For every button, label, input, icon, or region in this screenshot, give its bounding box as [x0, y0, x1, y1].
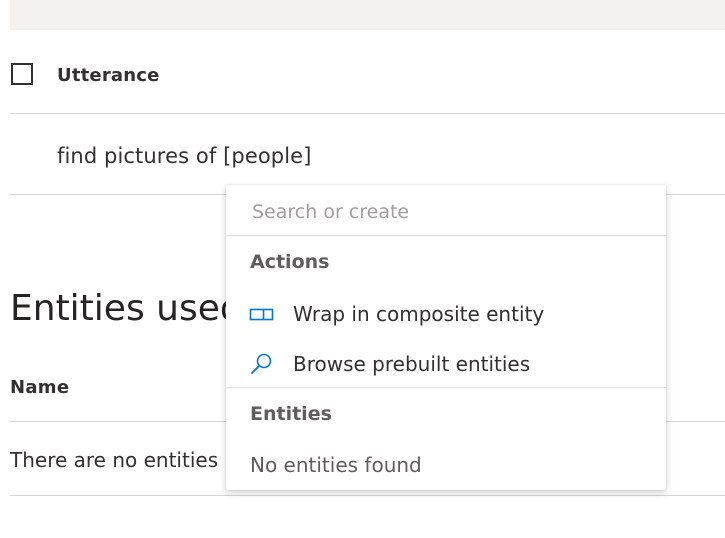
name-column-header[interactable]: Name: [10, 377, 69, 398]
utterance-column-header[interactable]: Utterance: [57, 65, 160, 86]
utterance-table-header: Utterance: [10, 52, 725, 102]
entities-row-divider: [10, 495, 725, 496]
browse-prebuilt-entities-label: Browse prebuilt entities: [293, 352, 531, 376]
entity-picker-dropdown: Actions Wrap in composite entity Browse …: [226, 185, 666, 490]
wrap-composite-entity-label: Wrap in composite entity: [293, 302, 545, 326]
search-box: [226, 185, 666, 236]
actions-group-header: Actions: [250, 251, 330, 273]
top-band: [10, 0, 725, 30]
browse-prebuilt-entities-item[interactable]: Browse prebuilt entities: [226, 342, 666, 386]
search-icon: [249, 352, 275, 376]
composite-entity-icon: [249, 302, 275, 326]
callout-divider: [226, 387, 666, 388]
no-entities-message: There are no entities: [10, 448, 219, 472]
entities-section-title: Entities used: [10, 288, 243, 329]
wrap-composite-entity-item[interactable]: Wrap in composite entity: [226, 292, 666, 336]
select-all-checkbox[interactable]: [11, 63, 33, 85]
header-divider: [10, 113, 725, 114]
search-input[interactable]: [250, 198, 654, 226]
entities-group-header: Entities: [250, 403, 332, 425]
utterance-text[interactable]: find pictures of [people]: [57, 144, 312, 168]
no-entities-found-text: No entities found: [250, 453, 422, 477]
